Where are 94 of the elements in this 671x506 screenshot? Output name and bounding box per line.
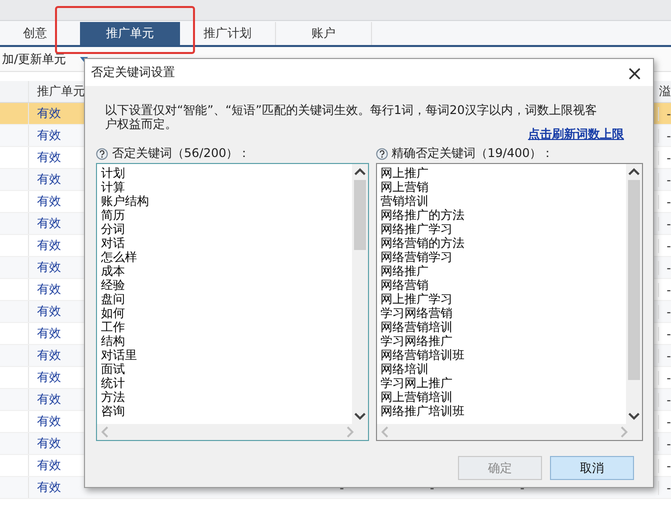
table-cell: - [658,326,671,340]
keyword-line: 计算 [101,180,126,194]
keyword-line: 网络营销培训班 [380,348,466,362]
table-cell: - [658,458,671,472]
status-cell-text: 有效 [36,237,62,254]
status-cell-text: 有效 [36,369,62,386]
table-cell-text: - [519,480,526,494]
status-cell-text: 有效 [36,259,62,276]
keyword-line: 分词 [101,222,126,236]
table-cell: - [658,128,671,142]
status-cell-text: 有效 [36,105,62,122]
table-cell: - [658,216,671,230]
status-cell-text: 有效 [36,193,62,210]
tab[interactable]: 推广计划 [180,22,276,45]
status-cell-text: 有效 [36,149,62,166]
keyword-line: 学习网络营销 [380,306,454,320]
table-cell: - [658,304,671,318]
keyword-line: 网上营销 [380,180,430,194]
scroll-thumb[interactable] [628,180,640,380]
dialog-button[interactable]: 取消 [550,456,634,480]
table-cell: - [658,238,671,252]
keyword-line: 网上推广学习 [380,292,454,306]
help-icon[interactable] [96,148,108,160]
keyword-line: 简历 [101,208,126,222]
status-cell-text: 有效 [36,281,62,298]
keyword-line: 计划 [101,166,126,180]
table-cell: - [658,194,671,208]
table-cell: - [658,436,671,450]
keyword-line: 经验 [101,278,126,292]
keyword-line: 学习网络推广 [380,334,454,348]
keyword-line: 对话 [101,236,126,250]
table-cell: - [658,150,671,164]
vertical-scrollbar[interactable] [626,164,642,424]
keyword-field[interactable]: 网上推广 网上营销 营销培训 网络推广的方法 网络推广学习 网络营销的方法 网络营销学习 网络推广 网络营销 网上推广学习 学习网络营销 网络营销培训 学习网络推广 网络营销培训班 网络培训 学习网上推广 网上营销培训 网络推广培训班 [376,163,643,441]
keyword-line: 网上推广 [380,166,430,180]
keyword-line: 网络推广培训班 [380,404,466,418]
table-cell: - [658,480,671,494]
status-cell-text: 有效 [36,215,62,232]
keyword-line: 方法 [101,390,126,404]
list-label: 精确否定关键词（19/400）： [392,145,554,162]
keyword-line: 成本 [101,264,126,278]
keyword-line: 账户结构 [101,194,150,208]
status-cell-text: 有效 [36,457,62,474]
table-cell: - [658,348,671,362]
horizontal-scrollbar[interactable] [97,424,368,440]
keyword-line: 盘问 [101,292,126,306]
tab[interactable]: 推广单元 [80,22,180,45]
keyword-line: 怎么样 [101,250,138,264]
status-cell-text: 有效 [36,413,62,430]
keyword-line: 统计 [101,376,126,390]
keyword-line: 网络推广学习 [380,222,454,236]
status-cell-text: 有效 [36,391,62,408]
keyword-line: 网络培训 [380,362,430,376]
keyword-line: 网络营销学习 [380,250,454,264]
keyword-line: 网上营销培训 [380,390,454,404]
tab[interactable]: 账户 [276,22,372,45]
keyword-line: 咨询 [101,404,126,418]
table-cell: - [658,392,671,406]
dialog-title: 否定关键词设置 [91,64,175,81]
keyword-line: 网络推广的方法 [380,208,466,222]
keyword-line: 营销培训 [380,194,430,208]
close-button[interactable]: × [624,62,645,82]
vertical-scrollbar[interactable] [352,164,368,424]
status-cell-text: 有效 [36,479,62,496]
table-cell: - [658,172,671,186]
status-cell-text: 有效 [36,171,62,188]
help-icon[interactable] [376,148,388,160]
keyword-line: 面试 [101,362,126,376]
status-cell-text: 有效 [36,127,62,144]
keyword-line: 学习网上推广 [380,376,454,390]
scroll-thumb[interactable] [354,180,366,250]
keyword-line: 对话里 [101,348,138,362]
tab[interactable]: 创意 [0,22,80,45]
keyword-line: 如何 [101,306,126,320]
keyword-field[interactable]: 计划 计算 账户结构 简历 分词 对话 怎么样 成本 经验 盘问 如何 工作 结构 对话里 面试 统计 方法 咨询 [96,163,368,441]
status-cell-text: 有效 [36,435,62,452]
table-cell: - [658,106,671,120]
keyword-line: 工作 [101,320,126,334]
keyword-line: 网络营销培训 [380,320,454,334]
keyword-line: 结构 [101,334,126,348]
table-cell: - [658,260,671,274]
keyword-line: 网络营销的方法 [380,236,466,250]
list-label: 否定关键词（56/200）： [112,145,250,162]
table-cell-text: - [428,480,436,494]
table-cell-text: - [338,480,345,494]
table-cell: - [658,370,671,384]
status-cell-text: 有效 [36,347,62,364]
table-cell: - [658,414,671,428]
horizontal-scrollbar[interactable] [376,424,642,440]
status-cell-text: 有效 [36,325,62,342]
keyword-line: 网络推广 [380,264,430,278]
keyword-line: 网络营销 [380,278,430,292]
status-cell-text: 有效 [36,303,62,320]
table-cell: - [658,282,671,296]
